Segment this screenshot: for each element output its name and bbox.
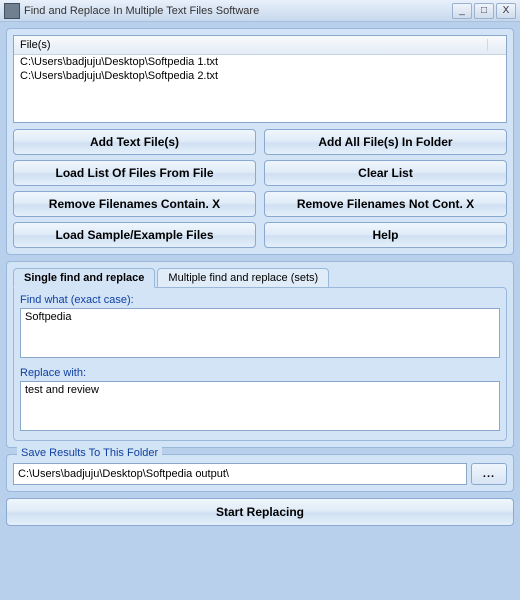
close-button[interactable]: X — [496, 3, 516, 19]
tab-single[interactable]: Single find and replace — [13, 268, 155, 288]
tab-multiple[interactable]: Multiple find and replace (sets) — [157, 268, 329, 288]
clear-list-button[interactable]: Clear List — [264, 160, 507, 186]
tabs: Single find and replace Multiple find an… — [13, 268, 507, 288]
start-replacing-button[interactable]: Start Replacing — [6, 498, 514, 526]
remove-not-contain-button[interactable]: Remove Filenames Not Cont. X — [264, 191, 507, 217]
replace-input[interactable] — [20, 381, 500, 431]
add-files-button[interactable]: Add Text File(s) — [13, 129, 256, 155]
file-panel: File(s) C:\Users\badjuju\Desktop\Softped… — [6, 28, 514, 255]
file-row[interactable]: C:\Users\badjuju\Desktop\Softpedia 2.txt — [14, 69, 506, 83]
file-row[interactable]: C:\Users\badjuju\Desktop\Softpedia 1.txt — [14, 55, 506, 69]
remove-contain-button[interactable]: Remove Filenames Contain. X — [13, 191, 256, 217]
browse-button[interactable]: ... — [471, 463, 507, 485]
tab-body-single: Find what (exact case): Replace with: — [13, 287, 507, 441]
app-icon — [4, 3, 20, 19]
save-folder-fieldset: Save Results To This Folder ... — [6, 454, 514, 492]
file-list[interactable]: File(s) C:\Users\badjuju\Desktop\Softped… — [13, 35, 507, 123]
add-folder-button[interactable]: Add All File(s) In Folder — [264, 129, 507, 155]
save-folder-legend: Save Results To This Folder — [17, 447, 162, 459]
maximize-button[interactable]: □ — [474, 3, 494, 19]
file-buttons-grid: Add Text File(s) Add All File(s) In Fold… — [13, 129, 507, 248]
find-input[interactable] — [20, 308, 500, 358]
files-column-spacer — [488, 39, 500, 51]
load-list-button[interactable]: Load List Of Files From File — [13, 160, 256, 186]
minimize-button[interactable]: _ — [452, 3, 472, 19]
load-sample-button[interactable]: Load Sample/Example Files — [13, 222, 256, 248]
main-panel: File(s) C:\Users\badjuju\Desktop\Softped… — [0, 22, 520, 600]
titlebar: Find and Replace In Multiple Text Files … — [0, 0, 520, 22]
help-button[interactable]: Help — [264, 222, 507, 248]
save-path-row: ... — [13, 463, 507, 485]
file-list-header[interactable]: File(s) — [14, 36, 506, 55]
window-title: Find and Replace In Multiple Text Files … — [24, 5, 450, 17]
replace-label: Replace with: — [20, 367, 500, 379]
save-path-input[interactable] — [13, 463, 467, 485]
find-replace-panel: Single find and replace Multiple find an… — [6, 261, 514, 448]
files-column-header[interactable]: File(s) — [20, 39, 488, 51]
find-label: Find what (exact case): — [20, 294, 500, 306]
